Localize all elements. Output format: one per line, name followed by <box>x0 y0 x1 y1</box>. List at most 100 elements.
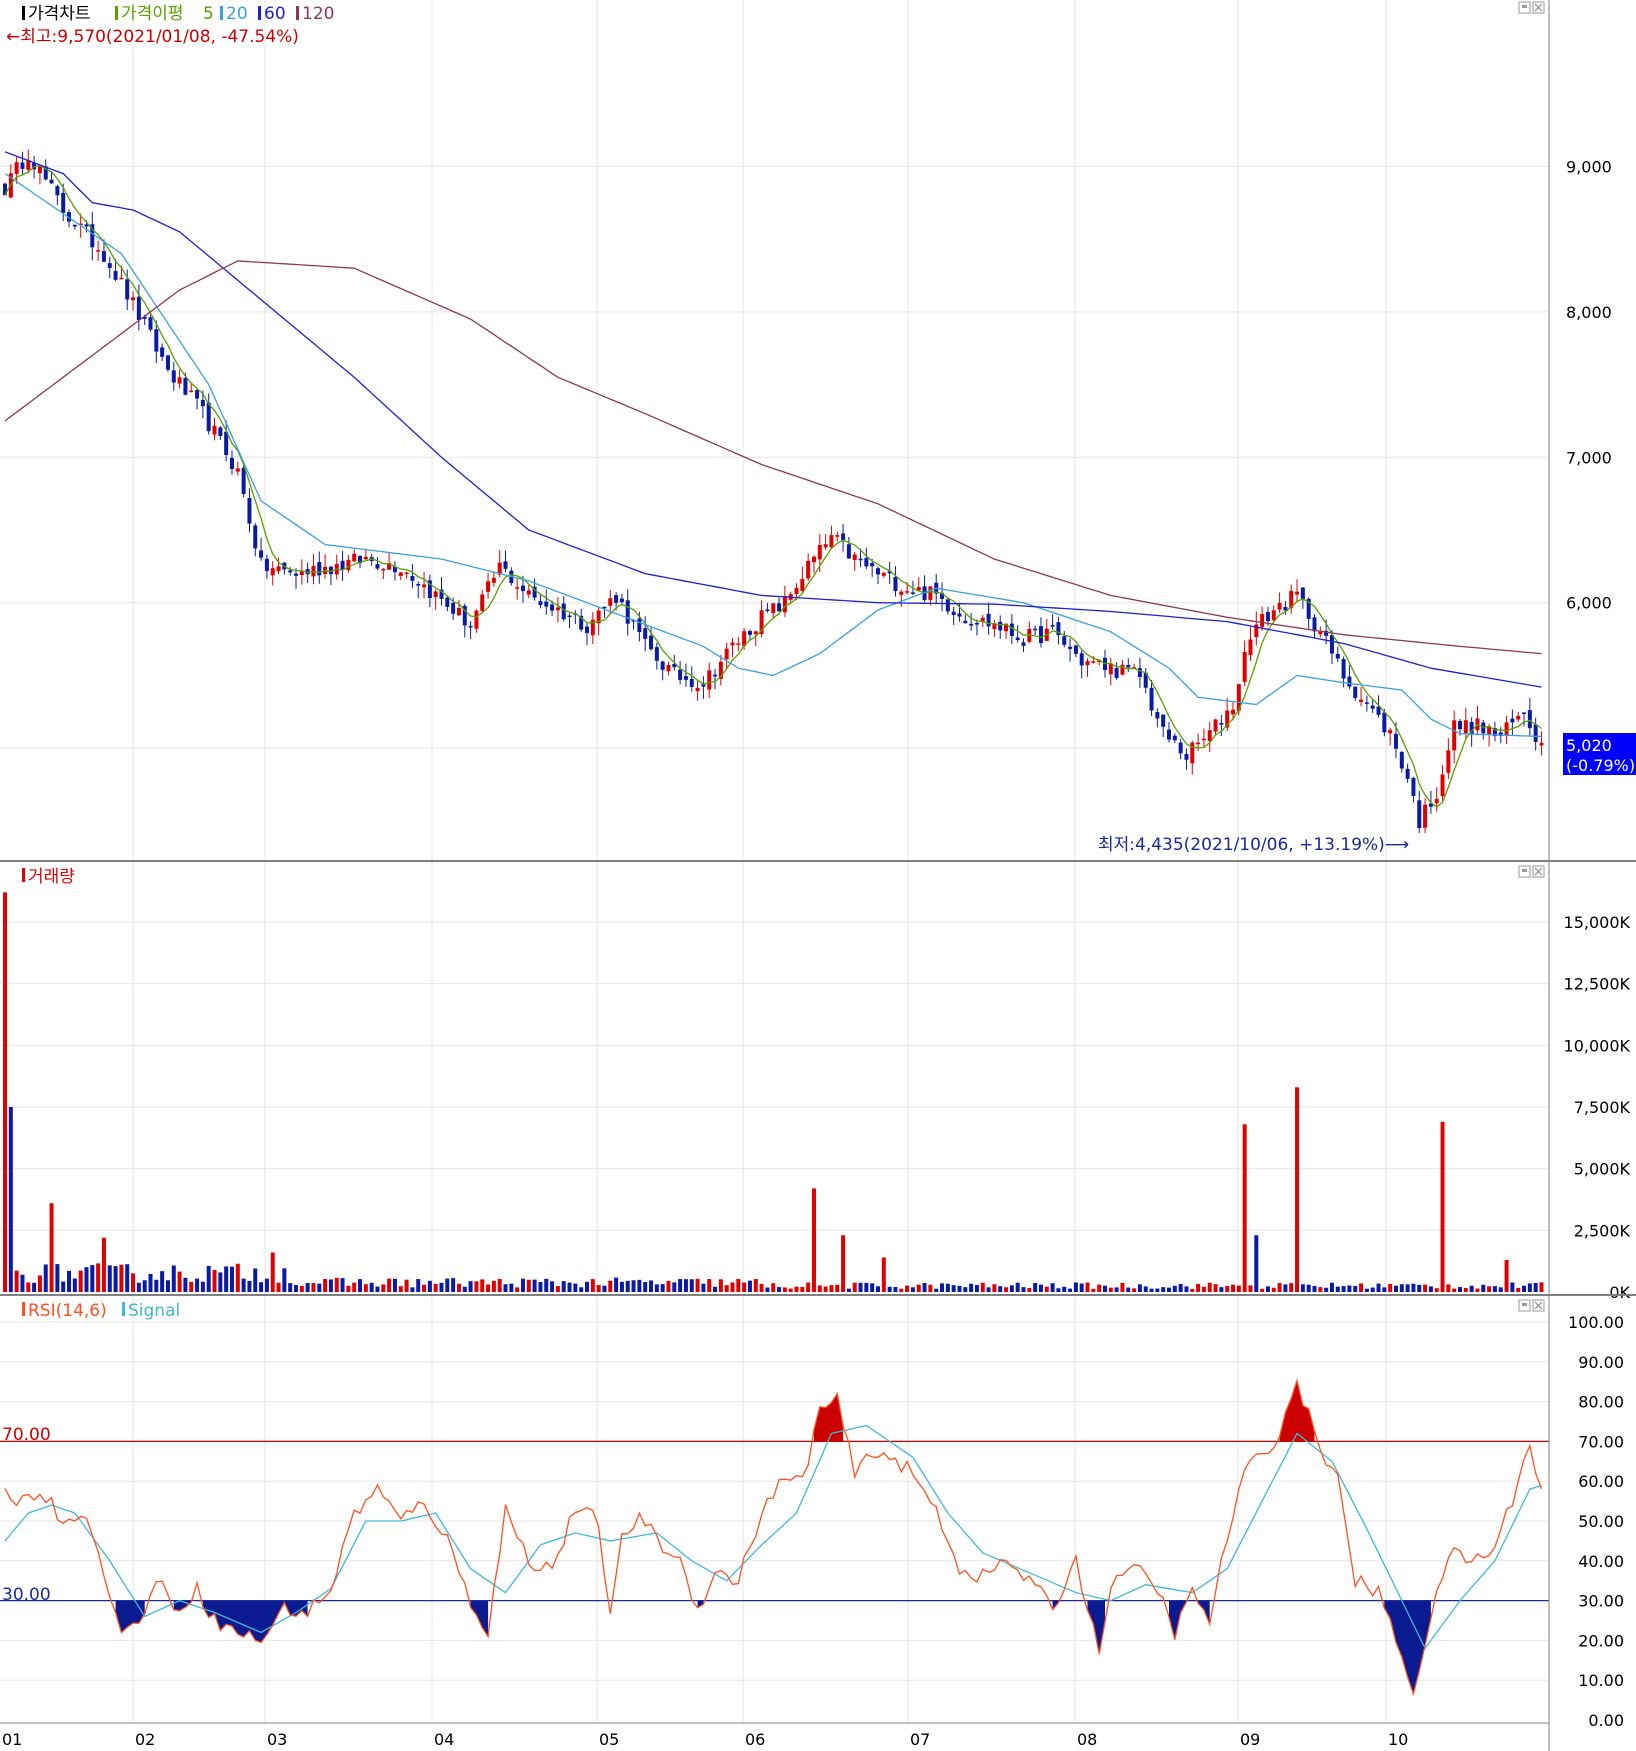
volume-bar <box>1329 1282 1334 1292</box>
candle-body <box>480 594 485 612</box>
candle-body <box>1068 646 1073 649</box>
candle-body <box>1312 617 1317 632</box>
volume-bar <box>1370 1287 1375 1292</box>
maximize-icon-glyph <box>1522 1303 1527 1306</box>
candle-body <box>1417 800 1422 829</box>
maximize-icon-glyph <box>1522 5 1527 8</box>
x-tick-label: 07 <box>910 1730 930 1749</box>
candle-body <box>1201 738 1206 741</box>
candle-body <box>486 581 491 592</box>
volume-bar <box>422 1284 427 1292</box>
current-price: 5,020 <box>1566 736 1612 755</box>
rsi-tick-label: 10.00 <box>1578 1671 1624 1690</box>
candle-body <box>811 556 816 563</box>
candle-body <box>1062 636 1067 645</box>
volume-bar <box>1184 1286 1189 1292</box>
candle-body <box>1108 664 1113 675</box>
candle-body <box>1481 722 1486 734</box>
volume-bar <box>177 1271 182 1292</box>
rsi-tick-label: 60.00 <box>1578 1472 1624 1491</box>
candle-body <box>433 591 438 598</box>
volume-title: 거래량 <box>28 867 75 887</box>
candle-body <box>1405 768 1410 779</box>
candle-body <box>870 563 875 567</box>
volume-bar <box>1411 1283 1416 1292</box>
x-tick-label: 10 <box>1388 1730 1408 1749</box>
volume-bar <box>352 1282 357 1292</box>
volume-bar <box>160 1271 165 1292</box>
rsi-legend: RSI(14,6) <box>28 1301 107 1321</box>
candle-body <box>410 575 415 581</box>
candle-body <box>1196 742 1201 745</box>
candle-body <box>270 568 275 576</box>
volume-bar <box>1434 1288 1439 1292</box>
candle-body <box>1213 719 1218 732</box>
volume-bar <box>1004 1287 1009 1292</box>
current-change: (-0.79%) <box>1566 756 1635 775</box>
volume-bar <box>951 1285 956 1292</box>
volume-bar <box>101 1237 106 1292</box>
volume-tick-label: 15,000K <box>1564 913 1631 932</box>
volume-bar <box>596 1285 601 1292</box>
legend-marker <box>220 6 223 20</box>
candle-body <box>1388 729 1393 734</box>
volume-bar <box>1213 1284 1218 1292</box>
candle-body <box>1504 722 1509 735</box>
candle-body <box>1329 635 1334 654</box>
volume-bar <box>916 1284 921 1292</box>
volume-bar <box>800 1286 805 1292</box>
volume-bar <box>1271 1287 1276 1292</box>
volume-bar <box>474 1281 479 1292</box>
level-70-label: 70.00 <box>2 1425 51 1445</box>
volume-bar <box>340 1278 345 1292</box>
candle-body <box>14 162 19 175</box>
volume-bar <box>782 1287 787 1292</box>
candle-body <box>905 591 910 593</box>
volume-bar <box>1428 1286 1433 1292</box>
candle-body <box>1446 750 1451 773</box>
candle-body <box>695 687 700 692</box>
candle-body <box>107 263 112 268</box>
volume-bar <box>1225 1286 1230 1292</box>
rsi-tick-label: 30.00 <box>1578 1592 1624 1611</box>
x-tick-label: 03 <box>267 1730 287 1749</box>
volume-bar <box>1388 1283 1393 1292</box>
candle-body <box>317 562 322 576</box>
volume-bar <box>189 1281 194 1292</box>
candle-body <box>765 609 770 612</box>
volume-bar <box>398 1286 403 1292</box>
candle-body <box>637 618 642 633</box>
candle-body <box>1452 720 1457 751</box>
candle-body <box>148 317 153 330</box>
volume-bar <box>1231 1284 1236 1292</box>
candle-body <box>1434 798 1439 804</box>
candle-body <box>1364 702 1369 704</box>
candle-body <box>969 623 974 626</box>
volume-bar <box>893 1287 898 1292</box>
volume-bar <box>1033 1282 1038 1292</box>
candle-body <box>835 535 840 537</box>
legend-ma120: 120 <box>302 4 334 24</box>
candle-body <box>602 606 607 609</box>
volume-bar <box>142 1280 147 1292</box>
candle-body <box>753 631 758 635</box>
volume-bar <box>526 1279 531 1292</box>
volume-bar <box>701 1283 706 1292</box>
candle-body <box>1248 639 1253 656</box>
candle-body <box>1033 628 1038 631</box>
volume-bar <box>1318 1287 1323 1292</box>
candle-body <box>206 402 211 432</box>
candle-body <box>37 166 42 174</box>
volume-bar <box>544 1278 549 1292</box>
volume-bar <box>864 1282 869 1292</box>
volume-bar <box>1009 1285 1014 1292</box>
volume-bar <box>1027 1288 1032 1292</box>
candle-body <box>1231 709 1236 715</box>
volume-bar <box>1533 1282 1538 1292</box>
candle-body <box>1161 714 1166 727</box>
volume-bar <box>666 1280 671 1292</box>
volume-bar <box>1265 1286 1270 1292</box>
volume-bar <box>1196 1283 1201 1292</box>
volume-bar <box>1161 1287 1166 1292</box>
volume-bar <box>1364 1288 1369 1292</box>
